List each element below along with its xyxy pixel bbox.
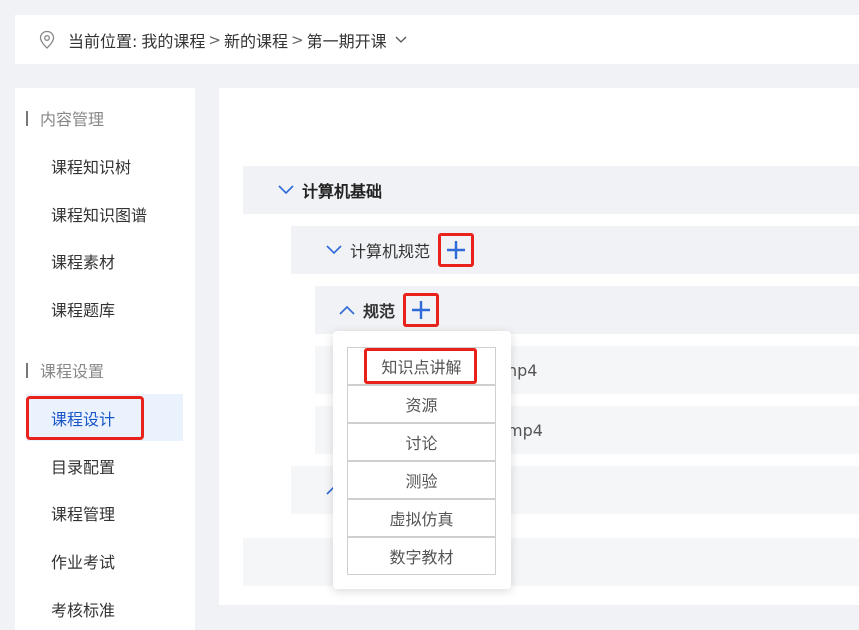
chevron-down-icon[interactable] <box>278 185 294 195</box>
file-name: np4 <box>507 360 538 380</box>
sidebar-item-assessment-criteria[interactable]: 考核标准 <box>26 585 183 630</box>
menu-item-label: 数字教材 <box>389 548 454 567</box>
sidebar-item-label: 课程题库 <box>51 300 116 320</box>
menu-item-digital-textbook[interactable]: 数字教材 <box>347 537 496 575</box>
sidebar-group-content: 内容管理 <box>26 106 104 130</box>
menu-item-quiz[interactable]: 测验 <box>347 461 496 499</box>
sidebar-item-course-design[interactable]: 课程设计 <box>26 394 183 441</box>
group-title-label: 课程设置 <box>40 362 105 381</box>
tree-row-section[interactable]: 计算机规范 <box>291 226 859 274</box>
group-marker <box>26 362 28 378</box>
chevron-down-icon[interactable] <box>326 245 342 255</box>
subsection-title: 规范 <box>363 302 396 321</box>
breadcrumb-separator: > <box>208 30 221 49</box>
add-content-dropdown: 知识点讲解 资源 讨论 测验 虚拟仿真 数字教材 <box>333 331 511 589</box>
add-button[interactable] <box>403 293 440 327</box>
chapter-title: 计算机基础 <box>302 182 383 201</box>
sidebar: 内容管理 课程知识树 课程知识图谱 课程素材 课程题库 课程设置 课程设计 目录… <box>15 88 195 630</box>
menu-item-discussion[interactable]: 讨论 <box>347 423 496 461</box>
breadcrumb-prefix: 当前位置: <box>68 31 138 51</box>
menu-item-label: 资源 <box>405 396 438 415</box>
tree-row-subsection[interactable]: 规范 <box>315 286 859 334</box>
sidebar-item-label: 课程管理 <box>51 504 116 524</box>
group-marker <box>26 110 28 126</box>
highlight-box <box>26 396 144 440</box>
chevron-down-icon[interactable] <box>395 36 407 44</box>
sidebar-item-label: 课程素材 <box>51 252 116 272</box>
breadcrumb-item-my-courses[interactable]: 我的课程 <box>141 28 205 52</box>
sidebar-item-label: 考核标准 <box>51 600 116 620</box>
sidebar-item-homework-exam[interactable]: 作业考试 <box>26 537 183 584</box>
breadcrumb: 当前位置: 我的课程 > 新的课程 > 第一期开课 <box>15 15 859 64</box>
add-button[interactable] <box>438 233 475 267</box>
menu-item-virtual-simulation[interactable]: 虚拟仿真 <box>347 499 496 537</box>
sidebar-item-label: 作业考试 <box>51 552 116 572</box>
breadcrumb-item-new-course[interactable]: 新的课程 <box>224 28 288 52</box>
section-title: 计算机规范 <box>350 242 431 261</box>
sidebar-item-label: 课程知识图谱 <box>51 205 148 225</box>
chevron-up-icon[interactable] <box>339 305 355 315</box>
highlight-box <box>364 348 477 384</box>
tree-row-chapter[interactable]: 计算机基础 <box>243 166 859 214</box>
sidebar-item-knowledge-graph[interactable]: 课程知识图谱 <box>26 190 183 237</box>
menu-item-label: 虚拟仿真 <box>389 510 454 529</box>
sidebar-item-knowledge-tree[interactable]: 课程知识树 <box>26 142 183 189</box>
breadcrumb-separator: > <box>291 30 304 49</box>
menu-item-knowledge-point[interactable]: 知识点讲解 <box>347 347 496 385</box>
sidebar-item-course-management[interactable]: 课程管理 <box>26 489 183 536</box>
sidebar-item-materials[interactable]: 课程素材 <box>26 237 183 284</box>
sidebar-item-label: 课程知识树 <box>51 157 132 177</box>
file-name: mp4 <box>507 420 543 440</box>
group-title-label: 内容管理 <box>40 110 105 129</box>
sidebar-item-catalog-config[interactable]: 目录配置 <box>26 442 183 489</box>
sidebar-group-settings: 课程设置 <box>26 358 104 382</box>
menu-item-resource[interactable]: 资源 <box>347 385 496 423</box>
sidebar-item-question-bank[interactable]: 课程题库 <box>26 285 183 332</box>
location-pin-icon <box>39 30 55 49</box>
sidebar-item-label: 目录配置 <box>51 457 116 477</box>
menu-item-label: 讨论 <box>405 434 438 453</box>
plus-icon <box>447 241 466 259</box>
breadcrumb-item-session[interactable]: 第一期开课 <box>307 28 387 52</box>
plus-icon <box>412 301 431 319</box>
menu-item-label: 测验 <box>405 472 438 491</box>
